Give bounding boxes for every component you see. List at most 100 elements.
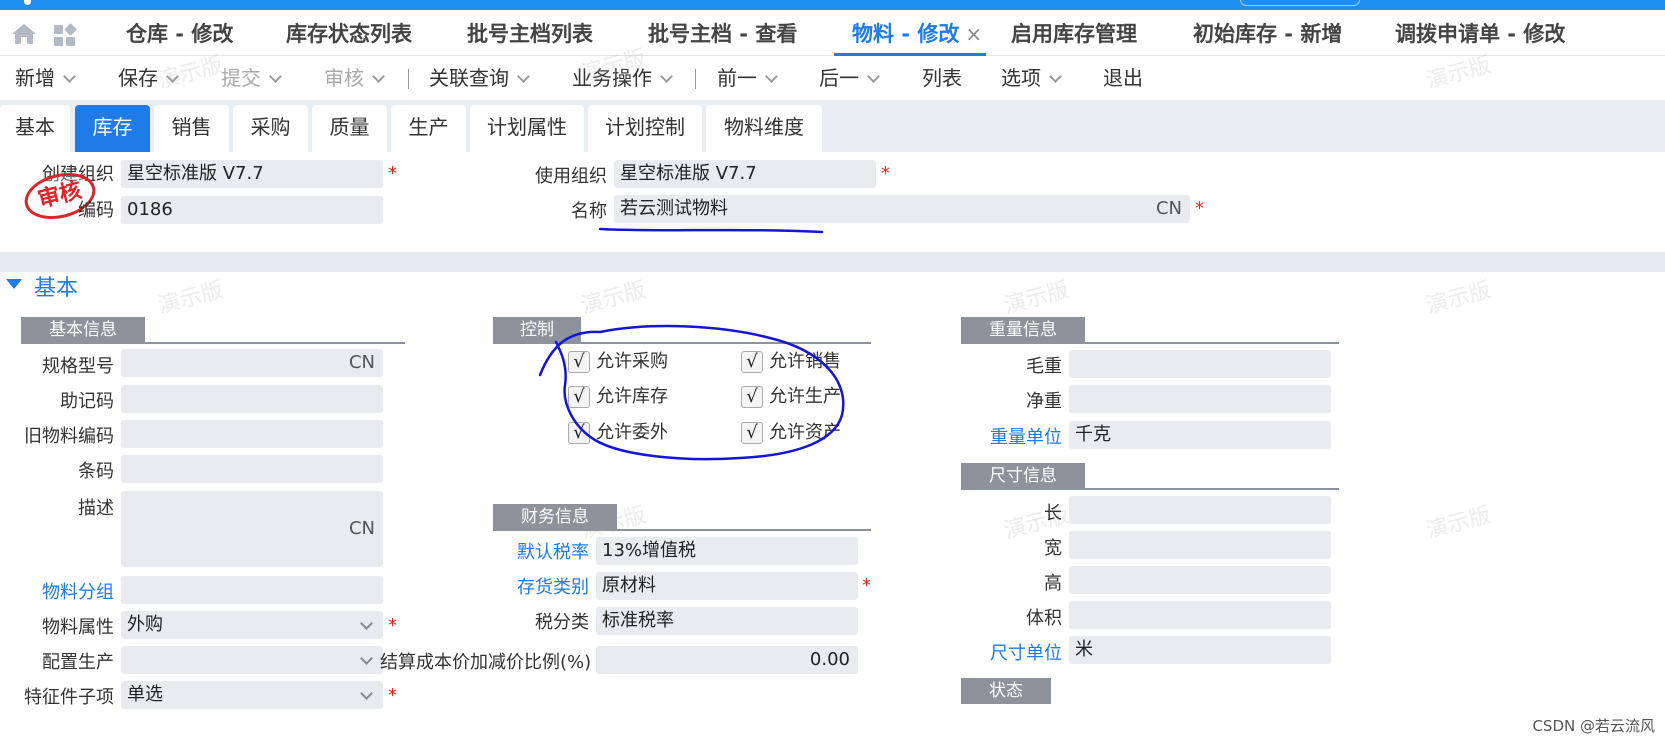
group-title: 重量信息 (961, 317, 1085, 343)
allow-purchase-checkbox[interactable]: √ 允许采购 (568, 350, 668, 374)
chevron-down-icon[interactable] (360, 617, 373, 630)
prev-button[interactable]: 前一 (717, 65, 778, 91)
cost-ratio-field[interactable]: 0.00 (596, 646, 858, 674)
material-group-label[interactable]: 物料分组 (10, 581, 114, 605)
toolbar: 新增 保存 提交 审核 关联查询 业务操作 前一 后一 列表 选项 退出 (0, 57, 1665, 100)
size-unit-field[interactable]: 米 (1069, 636, 1331, 664)
tab-lot-master-view[interactable]: 批号主档 - 查看 (648, 20, 797, 56)
checkbox-checked-icon[interactable]: √ (568, 386, 590, 408)
old-code-field[interactable] (121, 420, 383, 448)
mnemonic-field[interactable] (121, 385, 383, 413)
chevron-down-icon[interactable] (1049, 70, 1062, 83)
checkbox-checked-icon[interactable]: √ (741, 386, 763, 408)
checkbox-checked-icon[interactable]: √ (741, 422, 763, 444)
subtab-plan-control[interactable]: 计划控制 (588, 105, 702, 152)
business-ops-label: 业务操作 (572, 66, 652, 90)
width-label: 宽 (1044, 538, 1062, 559)
subtab-basic[interactable]: 基本 (0, 105, 70, 152)
subtab-quality[interactable]: 质量 (312, 105, 387, 152)
checkbox-checked-icon[interactable]: √ (568, 422, 590, 444)
size-unit-label[interactable]: 尺寸单位 (962, 642, 1062, 666)
group-title: 尺寸信息 (961, 463, 1085, 489)
required-mark: * (862, 575, 871, 596)
chevron-down-icon[interactable] (765, 70, 778, 83)
material-group-field[interactable] (121, 576, 383, 604)
collapse-caret-icon[interactable] (6, 279, 22, 289)
business-ops-button[interactable]: 业务操作 (572, 65, 673, 91)
feature-item-select[interactable]: 单选 (121, 681, 383, 709)
tab-lot-master-list[interactable]: 批号主档列表 (467, 20, 593, 56)
allow-production-checkbox[interactable]: √ 允许生产 (741, 385, 841, 409)
length-field[interactable] (1069, 496, 1331, 524)
weight-unit-label[interactable]: 重量单位 (962, 426, 1062, 450)
new-button[interactable]: 新增 (15, 65, 76, 91)
chevron-down-icon[interactable] (372, 70, 385, 83)
close-tab-icon[interactable]: × (965, 22, 982, 46)
inventory-category-field[interactable]: 原材料 (596, 572, 858, 600)
allow-sales-checkbox[interactable]: √ 允许销售 (741, 350, 841, 374)
chevron-down-icon[interactable] (63, 70, 76, 83)
tab-warehouse-edit[interactable]: 仓库 - 修改 (126, 20, 233, 56)
related-query-button[interactable]: 关联查询 (429, 65, 530, 91)
group-status: 状态 (961, 678, 1339, 704)
barcode-label: 条码 (78, 461, 114, 482)
tab-material-edit[interactable]: 物料 - 修改 × (834, 20, 986, 56)
language-indicator[interactable]: CN (1156, 195, 1182, 223)
barcode-field[interactable] (121, 455, 383, 483)
allow-outsourcing-checkbox[interactable]: √ 允许委外 (568, 421, 668, 445)
tax-rate-field[interactable]: 13%增值税 (596, 537, 858, 565)
chevron-down-icon[interactable] (360, 687, 373, 700)
section-title-basic[interactable]: 基本 (34, 270, 78, 302)
create-org-field[interactable]: 星空标准版 V7.7 (121, 160, 383, 188)
chevron-down-icon[interactable] (360, 652, 373, 665)
home-icon[interactable] (10, 22, 38, 46)
subtab-sales[interactable]: 销售 (154, 105, 229, 152)
tab-transfer-request-edit[interactable]: 调拨申请单 - 修改 (1395, 20, 1565, 56)
list-button[interactable]: 列表 (922, 65, 962, 91)
height-field[interactable] (1069, 566, 1331, 594)
tab-inventory-status-list[interactable]: 库存状态列表 (286, 20, 412, 56)
checkbox-checked-icon[interactable]: √ (741, 351, 763, 373)
weight-unit-field[interactable]: 千克 (1069, 421, 1331, 449)
code-field[interactable]: 0186 (121, 196, 383, 224)
tax-class-field[interactable]: 标准税率 (596, 607, 858, 635)
tab-enable-inventory[interactable]: 启用库存管理 (1011, 20, 1137, 56)
next-button[interactable]: 后一 (819, 65, 880, 91)
audit-button[interactable]: 审核 (324, 65, 385, 91)
chevron-down-icon[interactable] (660, 70, 673, 83)
tab-initial-inventory-new[interactable]: 初始库存 - 新增 (1193, 20, 1342, 56)
chevron-down-icon[interactable] (269, 70, 282, 83)
watermark: 演示版 (578, 277, 649, 320)
chevron-down-icon[interactable] (867, 70, 880, 83)
submit-button[interactable]: 提交 (221, 65, 282, 91)
exit-button[interactable]: 退出 (1103, 65, 1143, 91)
subtab-purchase[interactable]: 采购 (233, 105, 308, 152)
inventory-category-label[interactable]: 存货类别 (490, 576, 589, 600)
app-grid-icon[interactable] (53, 23, 77, 47)
description-field[interactable]: CN (121, 491, 383, 567)
width-field[interactable] (1069, 531, 1331, 559)
spec-field[interactable]: CN (121, 349, 383, 377)
checkbox-checked-icon[interactable]: √ (568, 351, 590, 373)
allow-inventory-checkbox[interactable]: √ 允许库存 (568, 385, 668, 409)
next-label: 后一 (819, 66, 859, 90)
language-indicator[interactable]: CN (349, 515, 375, 543)
tax-rate-label[interactable]: 默认税率 (490, 541, 589, 565)
chevron-down-icon[interactable] (166, 70, 179, 83)
name-field[interactable]: 若云测试物料 CN (614, 195, 1190, 223)
config-production-select[interactable] (121, 646, 383, 674)
subtab-inventory[interactable]: 库存 (75, 105, 150, 152)
subtab-material-dimension[interactable]: 物料维度 (706, 105, 822, 152)
volume-field[interactable] (1069, 601, 1331, 629)
net-weight-field[interactable] (1069, 385, 1331, 413)
subtab-production[interactable]: 生产 (391, 105, 466, 152)
material-attr-select[interactable]: 外购 (121, 611, 383, 639)
subtab-plan-attributes[interactable]: 计划属性 (470, 105, 584, 152)
save-button[interactable]: 保存 (118, 65, 179, 91)
allow-asset-checkbox[interactable]: √ 允许资产 (741, 421, 841, 445)
chevron-down-icon[interactable] (517, 70, 530, 83)
use-org-field[interactable]: 星空标准版 V7.7 (614, 160, 876, 188)
language-indicator[interactable]: CN (349, 349, 375, 377)
options-button[interactable]: 选项 (1001, 65, 1062, 91)
gross-weight-field[interactable] (1069, 350, 1331, 378)
